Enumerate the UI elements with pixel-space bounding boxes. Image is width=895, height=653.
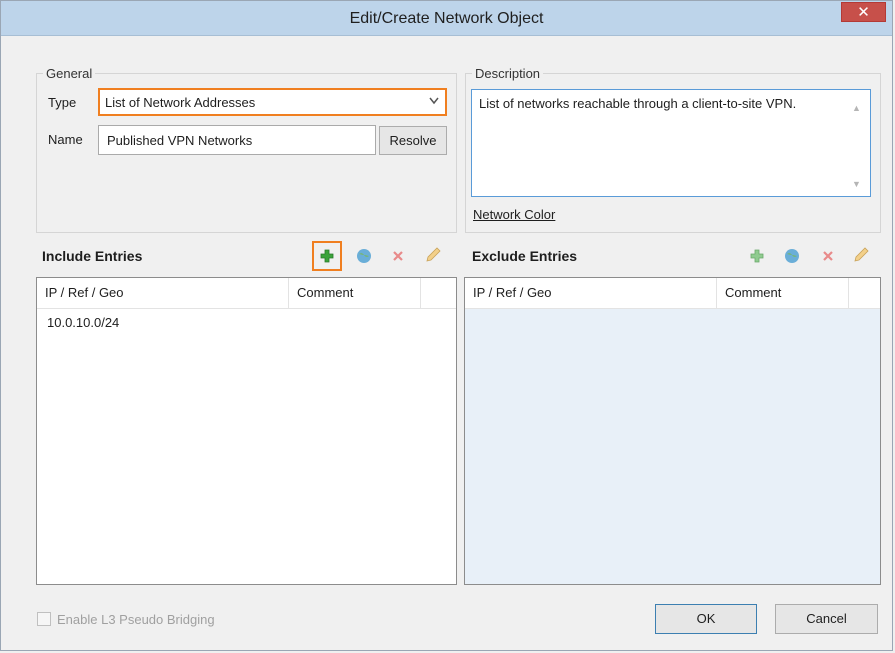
name-label: Name xyxy=(48,132,83,147)
ok-button[interactable]: OK xyxy=(655,604,757,634)
description-text: List of networks reachable through a cli… xyxy=(479,96,797,111)
resolve-button[interactable]: Resolve xyxy=(379,126,447,155)
exclude-col-comment[interactable]: Comment xyxy=(717,278,849,308)
include-col-comment[interactable]: Comment xyxy=(289,278,421,308)
scroll-down-icon[interactable]: ▼ xyxy=(852,176,861,189)
cancel-button[interactable]: Cancel xyxy=(775,604,878,634)
exclude-add-button[interactable] xyxy=(747,246,767,266)
network-color-link[interactable]: Network Color xyxy=(473,207,555,222)
description-textarea[interactable]: List of networks reachable through a cli… xyxy=(471,89,871,197)
globe-icon xyxy=(357,249,371,263)
include-delete-button[interactable] xyxy=(388,246,408,266)
include-globe-button[interactable] xyxy=(354,246,374,266)
title-bar[interactable]: Edit/Create Network Object ✕ xyxy=(1,1,892,36)
exclude-col-ip[interactable]: IP / Ref / Geo xyxy=(465,278,717,308)
description-group-label: Description xyxy=(472,66,544,81)
l3-bridging-checkbox[interactable] xyxy=(37,612,51,626)
delete-icon xyxy=(393,251,403,261)
exclude-delete-button[interactable] xyxy=(818,246,838,266)
type-select[interactable]: List of Network Addresses xyxy=(98,88,447,116)
include-entries-grid[interactable]: IP / Ref / Geo Comment 10.0.10.0/24 xyxy=(36,277,457,585)
exclude-entries-title: Exclude Entries xyxy=(472,248,578,264)
add-icon xyxy=(320,249,334,263)
scroll-up-icon[interactable]: ▲ xyxy=(852,100,861,113)
name-input[interactable]: Published VPN Networks xyxy=(98,125,376,155)
l3-bridging-label: Enable L3 Pseudo Bridging xyxy=(57,612,215,627)
include-entries-title: Include Entries xyxy=(42,248,143,264)
include-grid-header: IP / Ref / Geo Comment xyxy=(37,278,456,309)
edit-icon xyxy=(854,247,869,262)
include-col-ip[interactable]: IP / Ref / Geo xyxy=(37,278,289,308)
chevron-down-icon xyxy=(429,97,439,105)
include-edit-button[interactable] xyxy=(423,245,443,265)
table-row[interactable]: 10.0.10.0/24 xyxy=(47,315,119,330)
exclude-entries-grid[interactable]: IP / Ref / Geo Comment xyxy=(464,277,881,585)
type-label: Type xyxy=(48,95,77,110)
close-icon: ✕ xyxy=(857,4,870,21)
network-object-dialog: Edit/Create Network Object ✕ General Typ… xyxy=(0,0,893,651)
exclude-grid-header: IP / Ref / Geo Comment xyxy=(465,278,880,309)
type-select-value: List of Network Addresses xyxy=(105,95,256,110)
close-button[interactable]: ✕ xyxy=(841,2,886,22)
globe-icon xyxy=(785,249,799,263)
delete-icon xyxy=(823,251,833,261)
dialog-title: Edit/Create Network Object xyxy=(349,10,544,27)
exclude-globe-button[interactable] xyxy=(782,246,802,266)
add-icon xyxy=(750,249,764,263)
include-add-button[interactable] xyxy=(312,241,342,271)
exclude-edit-button[interactable] xyxy=(851,245,871,265)
edit-icon xyxy=(426,247,441,262)
general-group-label: General xyxy=(43,66,96,81)
